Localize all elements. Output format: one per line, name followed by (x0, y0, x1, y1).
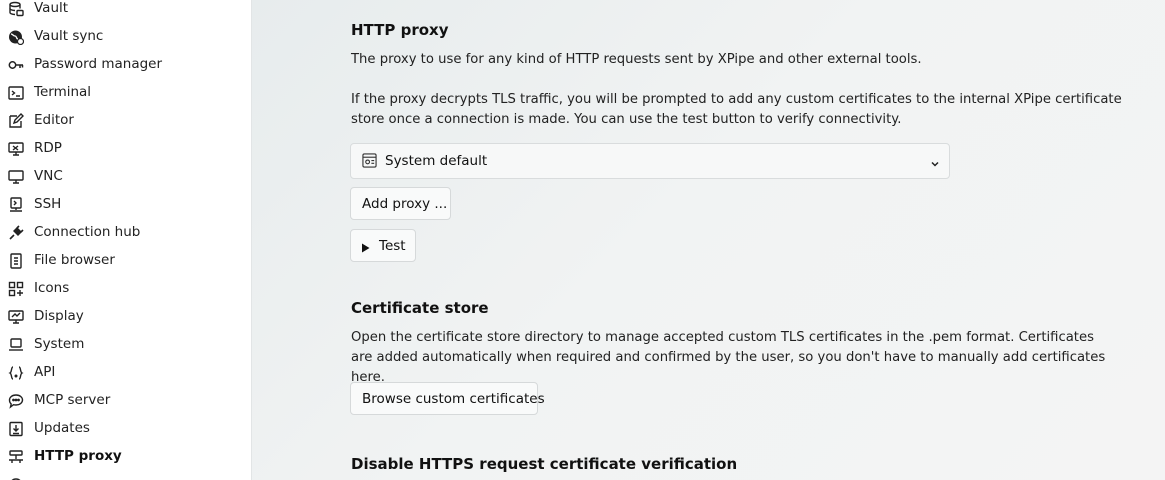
download-icon (7, 420, 24, 437)
sidebar-item-password-manager[interactable]: Password manager (0, 50, 251, 78)
certificate-store-title: Certificate store (351, 299, 489, 317)
sidebar-item-label: HTTP proxy (34, 448, 122, 464)
sidebar-item-label: File browser (34, 252, 115, 268)
sidebar-item-label: Vault (34, 0, 69, 16)
ssh-icon (7, 196, 24, 213)
sidebar-item-updates[interactable]: Updates (0, 414, 251, 442)
add-proxy-button[interactable]: Add proxy ... (350, 187, 451, 220)
sidebar-item-label: VNC (34, 168, 63, 184)
play-icon (361, 241, 370, 252)
terminal-icon (7, 84, 24, 101)
sidebar-item-label: Icons (34, 280, 70, 296)
proxy-select-value: System default (385, 153, 488, 169)
sidebar-item-vault[interactable]: Vault (0, 0, 251, 22)
network-icon (7, 448, 24, 465)
certificate-store-description: Open the certificate store directory to … (351, 330, 1106, 385)
sidebar-item-label: Display (34, 308, 84, 324)
sidebar-item-label: MCP server (34, 392, 111, 408)
display-icon (7, 308, 24, 325)
sidebar-item-display[interactable]: Display (0, 302, 251, 330)
sidebar-item-terminal[interactable]: Terminal (0, 78, 251, 106)
globe-sync-icon (7, 28, 24, 45)
sidebar-item-http-proxy[interactable]: HTTP proxy (0, 442, 251, 470)
https-verification-title: Disable HTTPS request certificate verifi… (351, 455, 738, 473)
key-icon (7, 56, 24, 73)
sidebar-item-label: SSH (34, 196, 62, 212)
sidebar-item-label: System (34, 336, 85, 352)
vault-icon (7, 0, 24, 17)
sidebar-item-label: RDP (34, 140, 62, 156)
browse-certificates-label: Browse custom certificates (362, 390, 545, 407)
remote-desktop-icon (7, 140, 24, 157)
proxy-settings-icon (362, 153, 377, 168)
sidebar-item-connection-hub[interactable]: Connection hub (0, 218, 251, 246)
sidebar-item-vault-sync[interactable]: Vault sync (0, 22, 251, 50)
sidebar-item-editor[interactable]: Editor (0, 106, 251, 134)
sidebar-item-label: Terminal (34, 84, 92, 100)
sidebar-item-rdp[interactable]: RDP (0, 134, 251, 162)
sidebar-item-label: Updates (34, 420, 90, 436)
chat-icon (7, 392, 24, 409)
browse-certificates-button[interactable]: Browse custom certificates (350, 382, 545, 415)
test-label: Test (379, 237, 406, 254)
sidebar-item-label: API (34, 364, 56, 380)
sidebar-item-partial[interactable] (0, 470, 251, 480)
sidebar-item-label: Password manager (34, 56, 163, 72)
http-proxy-tls-note: If the proxy decrypts TLS traffic, you w… (351, 92, 1122, 127)
add-proxy-label: Add proxy ... (362, 195, 448, 212)
file-browser-icon (7, 252, 24, 269)
sidebar-item-label: Connection hub (34, 224, 141, 240)
chevron-down-icon (929, 155, 941, 167)
settings-sidebar: Vault Vault sync Password manager Termin… (0, 0, 252, 480)
monitor-icon (7, 168, 24, 185)
sidebar-item-file-browser[interactable]: File browser (0, 246, 251, 274)
sidebar-item-api[interactable]: API (0, 358, 251, 386)
braces-icon (7, 364, 24, 381)
partial-icon (7, 476, 24, 480)
test-button[interactable]: Test (350, 229, 416, 262)
http-proxy-description: The proxy to use for any kind of HTTP re… (351, 52, 922, 67)
laptop-icon (7, 336, 24, 353)
sidebar-item-system[interactable]: System (0, 330, 251, 358)
sidebar-item-mcp-server[interactable]: MCP server (0, 386, 251, 414)
settings-content: HTTP proxy The proxy to use for any kind… (252, 0, 1165, 480)
http-proxy-title: HTTP proxy (351, 21, 449, 39)
sidebar-item-icons[interactable]: Icons (0, 274, 251, 302)
proxy-select[interactable]: System default (350, 143, 950, 179)
icons-grid-icon (7, 280, 24, 297)
plug-icon (7, 224, 24, 241)
edit-icon (7, 112, 24, 129)
sidebar-item-ssh[interactable]: SSH (0, 190, 251, 218)
sidebar-item-label: Vault sync (34, 28, 104, 44)
sidebar-item-vnc[interactable]: VNC (0, 162, 251, 190)
sidebar-item-label: Editor (34, 112, 74, 128)
